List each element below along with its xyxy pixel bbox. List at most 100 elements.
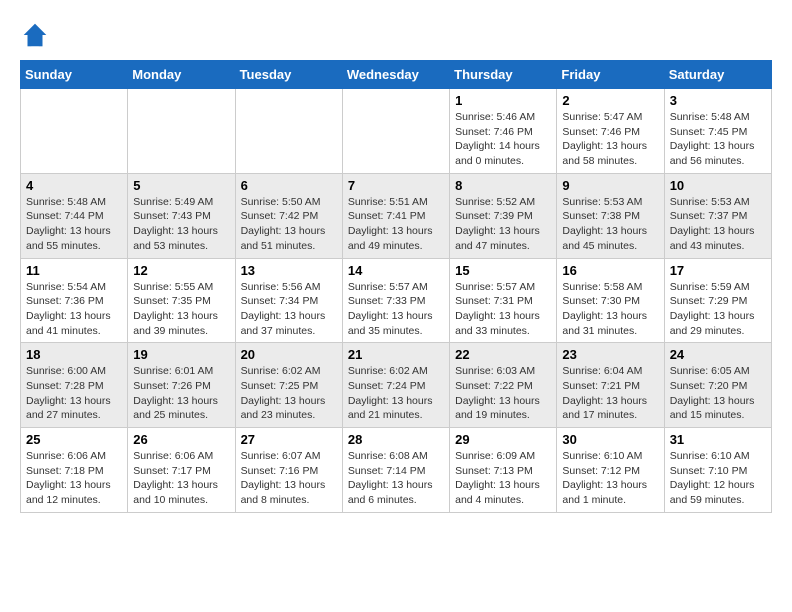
- date-number: 31: [670, 432, 766, 447]
- cell-info: Sunrise: 6:09 AM Sunset: 7:13 PM Dayligh…: [455, 449, 551, 508]
- cell-info: Sunrise: 5:47 AM Sunset: 7:46 PM Dayligh…: [562, 110, 658, 169]
- calendar-cell: 20Sunrise: 6:02 AM Sunset: 7:25 PM Dayli…: [235, 343, 342, 428]
- day-header-thursday: Thursday: [450, 61, 557, 89]
- date-number: 16: [562, 263, 658, 278]
- date-number: 6: [241, 178, 337, 193]
- calendar-cell: 10 Sunrise: 5:53 AM Sunset: 7:37 PM Dayli…: [664, 173, 771, 258]
- calendar-cell: 13 Sunrise: 5:56 AM Sunset: 7:34 PM Dayli…: [235, 258, 342, 343]
- date-number: 21: [348, 347, 444, 362]
- calendar-cell: 17 Sunrise: 5:59 AM Sunset: 7:29 PM Dayli…: [664, 258, 771, 343]
- logo-icon: [20, 20, 50, 50]
- week-row-1: 4 Sunrise: 5:48 AM Sunset: 7:44 PM Daylig…: [21, 173, 772, 258]
- cell-info: Sunrise: 5:59 AM Sunset: 7:29 PM Dayligh…: [670, 280, 766, 339]
- date-number: 4: [26, 178, 122, 193]
- day-header-sunday: Sunday: [21, 61, 128, 89]
- cell-info: Sunrise: 5:58 AM Sunset: 7:30 PM Dayligh…: [562, 280, 658, 339]
- calendar-cell: 27 Sunrise: 6:07 AM Sunset: 7:16 PM Dayli…: [235, 428, 342, 513]
- logo: [20, 20, 55, 50]
- date-number: 24: [670, 347, 766, 362]
- calendar-cell: [342, 89, 449, 174]
- calendar-cell: 18 Sunrise: 6:00 AM Sunset: 7:28 PM Dayli…: [21, 343, 128, 428]
- calendar-cell: 29Sunrise: 6:09 AM Sunset: 7:13 PM Dayli…: [450, 428, 557, 513]
- cell-info: Sunrise: 5:48 AM Sunset: 7:45 PM Dayligh…: [670, 110, 766, 169]
- cell-info: Sunrise: 5:54 AM Sunset: 7:36 PM Dayligh…: [26, 280, 122, 339]
- week-row-0: 1 Sunrise: 5:46 AM Sunset: 7:46 PM Daylig…: [21, 89, 772, 174]
- cell-info: Sunrise: 5:49 AM Sunset: 7:43 PM Dayligh…: [133, 195, 229, 254]
- calendar-cell: 30 Sunrise: 6:10 AM Sunset: 7:12 PM Dayli…: [557, 428, 664, 513]
- calendar-cell: 3 Sunrise: 5:48 AM Sunset: 7:45 PM Daylig…: [664, 89, 771, 174]
- day-header-wednesday: Wednesday: [342, 61, 449, 89]
- cell-info: Sunrise: 6:10 AM Sunset: 7:12 PM Dayligh…: [562, 449, 658, 508]
- day-header-monday: Monday: [128, 61, 235, 89]
- week-row-2: 11 Sunrise: 5:54 AM Sunset: 7:36 PM Dayli…: [21, 258, 772, 343]
- date-number: 10: [670, 178, 766, 193]
- calendar-cell: 8 Sunrise: 5:52 AM Sunset: 7:39 PM Daylig…: [450, 173, 557, 258]
- day-header-tuesday: Tuesday: [235, 61, 342, 89]
- calendar-body: 1 Sunrise: 5:46 AM Sunset: 7:46 PM Daylig…: [21, 89, 772, 513]
- cell-info: Sunrise: 6:08 AM Sunset: 7:14 PM Dayligh…: [348, 449, 444, 508]
- calendar-cell: 4 Sunrise: 5:48 AM Sunset: 7:44 PM Daylig…: [21, 173, 128, 258]
- week-row-3: 18 Sunrise: 6:00 AM Sunset: 7:28 PM Dayli…: [21, 343, 772, 428]
- date-number: 1: [455, 93, 551, 108]
- cell-info: Sunrise: 5:53 AM Sunset: 7:37 PM Dayligh…: [670, 195, 766, 254]
- calendar-header: SundayMondayTuesdayWednesdayThursdayFrid…: [21, 61, 772, 89]
- cell-info: Sunrise: 6:10 AM Sunset: 7:10 PM Dayligh…: [670, 449, 766, 508]
- cell-info: Sunrise: 6:00 AM Sunset: 7:28 PM Dayligh…: [26, 364, 122, 423]
- cell-info: Sunrise: 6:05 AM Sunset: 7:20 PM Dayligh…: [670, 364, 766, 423]
- calendar-table: SundayMondayTuesdayWednesdayThursdayFrid…: [20, 60, 772, 513]
- calendar-cell: 21Sunrise: 6:02 AM Sunset: 7:24 PM Dayli…: [342, 343, 449, 428]
- date-number: 14: [348, 263, 444, 278]
- date-number: 12: [133, 263, 229, 278]
- date-number: 11: [26, 263, 122, 278]
- cell-info: Sunrise: 6:04 AM Sunset: 7:21 PM Dayligh…: [562, 364, 658, 423]
- date-number: 26: [133, 432, 229, 447]
- calendar-cell: 11 Sunrise: 5:54 AM Sunset: 7:36 PM Dayli…: [21, 258, 128, 343]
- date-number: 23: [562, 347, 658, 362]
- week-row-4: 25 Sunrise: 6:06 AM Sunset: 7:18 PM Dayli…: [21, 428, 772, 513]
- cell-info: Sunrise: 6:06 AM Sunset: 7:17 PM Dayligh…: [133, 449, 229, 508]
- date-number: 7: [348, 178, 444, 193]
- date-number: 20: [241, 347, 337, 362]
- calendar-cell: 15 Sunrise: 5:57 AM Sunset: 7:31 PM Dayli…: [450, 258, 557, 343]
- cell-info: Sunrise: 5:57 AM Sunset: 7:33 PM Dayligh…: [348, 280, 444, 339]
- date-number: 28: [348, 432, 444, 447]
- cell-info: Sunrise: 5:56 AM Sunset: 7:34 PM Dayligh…: [241, 280, 337, 339]
- date-number: 13: [241, 263, 337, 278]
- cell-info: Sunrise: 5:50 AM Sunset: 7:42 PM Dayligh…: [241, 195, 337, 254]
- calendar-cell: [235, 89, 342, 174]
- calendar-cell: 26 Sunrise: 6:06 AM Sunset: 7:17 PM Dayli…: [128, 428, 235, 513]
- cell-info: Sunrise: 5:48 AM Sunset: 7:44 PM Dayligh…: [26, 195, 122, 254]
- cell-info: Sunrise: 5:46 AM Sunset: 7:46 PM Dayligh…: [455, 110, 551, 169]
- date-number: 2: [562, 93, 658, 108]
- date-number: 8: [455, 178, 551, 193]
- calendar-cell: 19Sunrise: 6:01 AM Sunset: 7:26 PM Dayli…: [128, 343, 235, 428]
- cell-info: Sunrise: 5:55 AM Sunset: 7:35 PM Dayligh…: [133, 280, 229, 339]
- date-number: 15: [455, 263, 551, 278]
- calendar-cell: [128, 89, 235, 174]
- cell-info: Sunrise: 6:07 AM Sunset: 7:16 PM Dayligh…: [241, 449, 337, 508]
- date-number: 27: [241, 432, 337, 447]
- date-number: 25: [26, 432, 122, 447]
- day-header-saturday: Saturday: [664, 61, 771, 89]
- date-number: 17: [670, 263, 766, 278]
- day-header-friday: Friday: [557, 61, 664, 89]
- cell-info: Sunrise: 6:06 AM Sunset: 7:18 PM Dayligh…: [26, 449, 122, 508]
- date-number: 18: [26, 347, 122, 362]
- date-number: 3: [670, 93, 766, 108]
- calendar-cell: 23 Sunrise: 6:04 AM Sunset: 7:21 PM Dayli…: [557, 343, 664, 428]
- cell-info: Sunrise: 6:03 AM Sunset: 7:22 PM Dayligh…: [455, 364, 551, 423]
- calendar-cell: 6 Sunrise: 5:50 AM Sunset: 7:42 PM Daylig…: [235, 173, 342, 258]
- cell-info: Sunrise: 5:52 AM Sunset: 7:39 PM Dayligh…: [455, 195, 551, 254]
- calendar-cell: 31 Sunrise: 6:10 AM Sunset: 7:10 PM Dayli…: [664, 428, 771, 513]
- cell-info: Sunrise: 5:57 AM Sunset: 7:31 PM Dayligh…: [455, 280, 551, 339]
- date-number: 22: [455, 347, 551, 362]
- cell-info: Sunrise: 5:51 AM Sunset: 7:41 PM Dayligh…: [348, 195, 444, 254]
- date-number: 30: [562, 432, 658, 447]
- cell-info: Sunrise: 5:53 AM Sunset: 7:38 PM Dayligh…: [562, 195, 658, 254]
- page-header: [20, 20, 772, 50]
- calendar-cell: 7 Sunrise: 5:51 AM Sunset: 7:41 PM Daylig…: [342, 173, 449, 258]
- date-number: 19: [133, 347, 229, 362]
- date-number: 9: [562, 178, 658, 193]
- calendar-cell: 5Sunrise: 5:49 AM Sunset: 7:43 PM Daylig…: [128, 173, 235, 258]
- calendar-cell: 1 Sunrise: 5:46 AM Sunset: 7:46 PM Daylig…: [450, 89, 557, 174]
